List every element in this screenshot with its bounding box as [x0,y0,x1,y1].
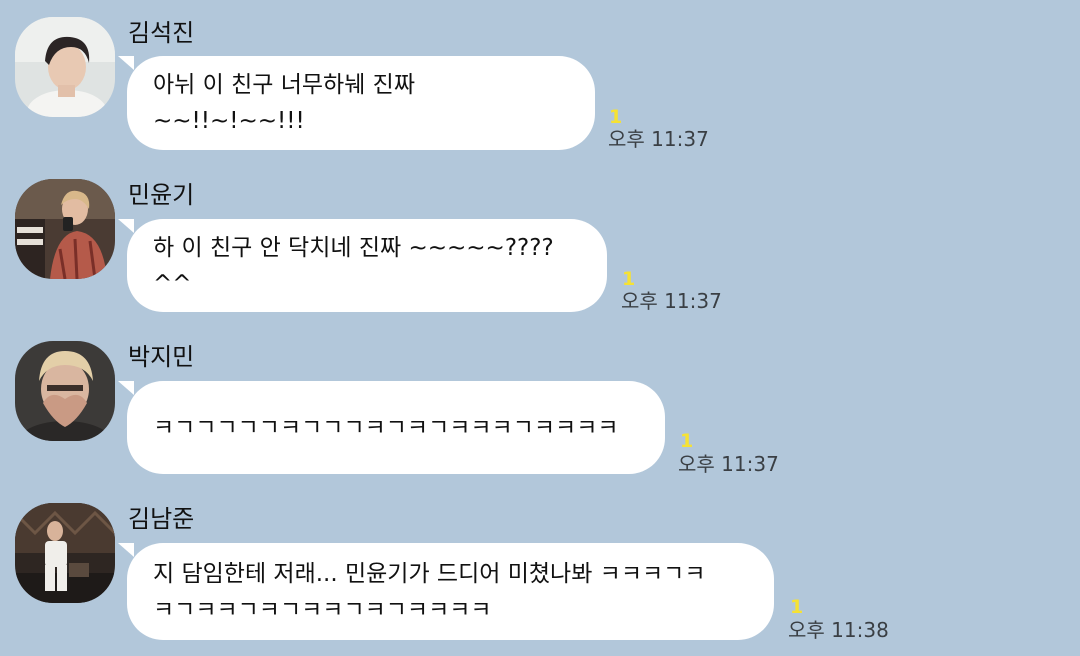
message-bubble[interactable]: 아뉘 이 친구 너무하눼 진짜 ~~!!~!~~!!! [127,56,595,150]
message-bubble[interactable]: 지 담임한테 저래... 민윤기가 드디어 미쳤나봐 ㅋㅋㅋㄱㅋ ㅋㄱㅋㅋㄱㅋㄱ… [127,543,774,640]
profile-photo [15,503,115,603]
bubble-tail [118,543,134,557]
message-bubble[interactable]: ㅋㄱㄱㄱㄱㄱㅋㄱㄱㄱㅋㄱㅋㄱㅋㅋㅋㄱㅋㅋㅋㅋ [127,381,665,474]
unread-count: 1 [609,106,623,128]
message-text: 지 담임한테 저래... 민윤기가 드디어 미쳤나봐 ㅋㅋㅋㄱㅋ ㅋㄱㅋㅋㄱㅋㄱ… [153,560,706,623]
avatar[interactable] [15,17,115,117]
unread-count: 1 [790,596,804,618]
bubble-tail [118,381,134,395]
sender-name: 김석진 [128,19,195,47]
timestamp: 오후 11:37 [621,289,722,313]
message-text: 아뉘 이 친구 너무하눼 진짜 ~~!!~!~~!!! [153,72,416,134]
timestamp: 오후 11:37 [678,452,779,476]
timestamp: 오후 11:37 [608,127,709,151]
sender-name: 민윤기 [128,181,195,209]
unread-count: 1 [680,430,694,452]
sender-name: 박지민 [128,343,195,371]
profile-photo [15,341,115,441]
message-text: ㅋㄱㄱㄱㄱㄱㅋㄱㄱㄱㅋㄱㅋㄱㅋㅋㅋㄱㅋㅋㅋㅋ [153,414,619,441]
sender-name: 김남준 [128,505,195,533]
avatar[interactable] [15,341,115,441]
profile-photo [15,17,115,117]
message-text: 하 이 친구 안 닥치네 진짜 ~~~~~???? ^^ [153,234,554,297]
profile-photo [15,179,115,279]
bubble-tail [118,219,134,233]
unread-count: 1 [622,268,636,290]
message-bubble[interactable]: 하 이 친구 안 닥치네 진짜 ~~~~~???? ^^ [127,219,607,312]
bubble-tail [118,56,134,70]
timestamp: 오후 11:38 [788,618,889,642]
avatar[interactable] [15,503,115,603]
avatar[interactable] [15,179,115,279]
